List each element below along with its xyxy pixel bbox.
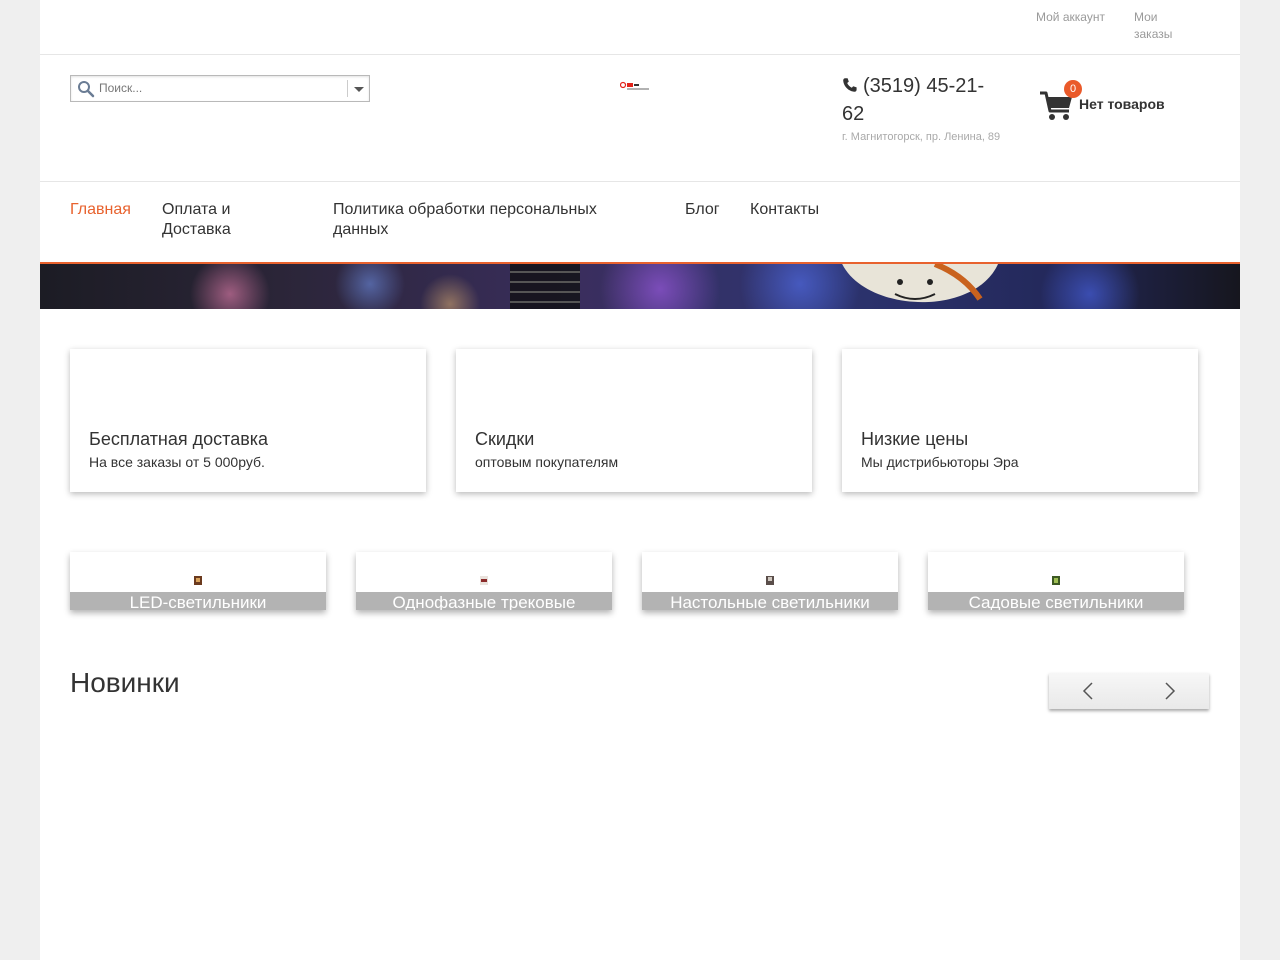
nav-item-payment-delivery[interactable]: Оплата и Доставка bbox=[162, 200, 282, 240]
phone-icon bbox=[843, 78, 857, 92]
search-box bbox=[70, 75, 370, 102]
category-card-garden[interactable]: Садовые светильники bbox=[928, 552, 1184, 610]
nav-item-contacts[interactable]: Контакты bbox=[750, 200, 819, 220]
feature-card-discounts: Скидки оптовым покупателям bbox=[456, 349, 812, 492]
era-logo[interactable] bbox=[620, 81, 650, 91]
feature-subtitle: На все заказы от 5 000руб. bbox=[89, 454, 265, 470]
feature-card-low-prices: Низкие цены Мы дистрибьюторы Эра bbox=[842, 349, 1198, 492]
category-card-led[interactable]: LED-светильники bbox=[70, 552, 326, 610]
category-card-track[interactable]: Однофазные трековые bbox=[356, 552, 612, 610]
header: (3519) 45-21-62 г. Магнитогорск, пр. Лен… bbox=[40, 55, 1240, 182]
store-address: г. Магнитогорск, пр. Ленина, 89 bbox=[842, 131, 1001, 143]
feature-title: Бесплатная доставка bbox=[89, 429, 269, 449]
chevron-right-icon bbox=[1165, 682, 1176, 700]
page: Мой аккаунт Мои заказы (3519) 45-21-62 г… bbox=[40, 0, 1240, 960]
cart-button[interactable]: 0 Нет товаров bbox=[1039, 80, 1219, 125]
feature-title: Низкие цены bbox=[861, 429, 969, 449]
search-divider bbox=[347, 80, 348, 97]
my-account-link[interactable]: Мой аккаунт bbox=[1036, 9, 1116, 26]
category-label: Настольные светильники bbox=[642, 592, 898, 610]
search-dropdown-chevron-down-icon[interactable] bbox=[350, 79, 368, 98]
top-bar: Мой аккаунт Мои заказы bbox=[40, 0, 1240, 55]
nav-item-privacy-policy[interactable]: Политика обработки персональных данных bbox=[333, 200, 633, 240]
nav-item-home[interactable]: Главная bbox=[70, 200, 131, 220]
hero-banner[interactable] bbox=[40, 262, 1240, 309]
category-label: LED-светильники bbox=[70, 592, 326, 610]
phone-text: (3519) 45-21-62 bbox=[842, 75, 985, 125]
my-orders-link[interactable]: Мои заказы bbox=[1134, 9, 1184, 43]
section-title-new: Новинки bbox=[70, 667, 180, 698]
search-icon bbox=[78, 81, 95, 98]
feature-title: Скидки bbox=[475, 429, 535, 449]
category-thumbnail bbox=[480, 576, 488, 585]
carousel-pager bbox=[1049, 673, 1209, 709]
nav-item-blog[interactable]: Блог bbox=[685, 200, 720, 220]
carousel-prev-button[interactable] bbox=[1049, 673, 1130, 709]
category-thumbnail bbox=[1052, 576, 1060, 585]
chevron-left-icon bbox=[1082, 682, 1093, 700]
banner-artwork bbox=[510, 264, 998, 309]
main-nav: Главная Оплата и Доставка Политика обраб… bbox=[40, 182, 1240, 262]
category-label: Однофазные трековые bbox=[356, 592, 612, 610]
phone-number[interactable]: (3519) 45-21-62 bbox=[842, 72, 1002, 128]
category-label: Садовые светильники bbox=[928, 592, 1184, 610]
feature-subtitle: оптовым покупателям bbox=[475, 454, 619, 470]
cart-status-label: Нет товаров bbox=[1079, 96, 1165, 112]
feature-card-free-delivery: Бесплатная доставка На все заказы от 5 0… bbox=[70, 349, 426, 492]
category-thumbnail bbox=[194, 576, 202, 585]
search-input[interactable] bbox=[99, 79, 339, 97]
feature-subtitle: Мы дистрибьюторы Эра bbox=[861, 454, 1019, 470]
category-thumbnail bbox=[766, 576, 774, 585]
category-card-desk[interactable]: Настольные светильники bbox=[642, 552, 898, 610]
carousel-next-button[interactable] bbox=[1129, 673, 1209, 709]
